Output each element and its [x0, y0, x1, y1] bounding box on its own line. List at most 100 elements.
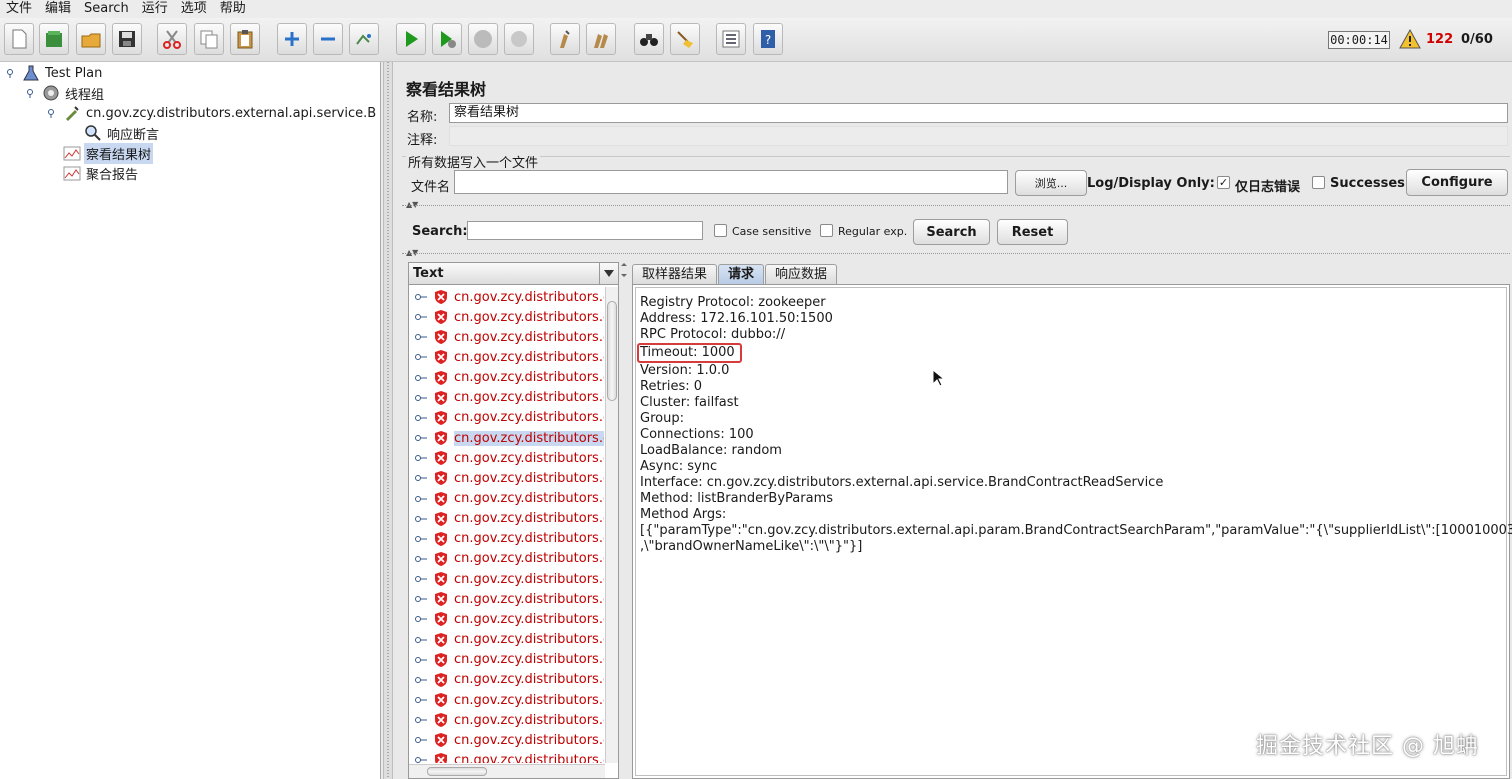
reset-button[interactable]: Reset — [997, 219, 1068, 245]
tree-handle-icon[interactable] — [415, 636, 427, 644]
tree-handle-icon[interactable] — [415, 595, 427, 603]
list-item[interactable]: cn.gov.zcy.distributors.e — [409, 388, 605, 408]
list-item[interactable]: cn.gov.zcy.distributors.e — [409, 690, 605, 710]
list-item[interactable]: cn.gov.zcy.distributors.e — [409, 368, 605, 388]
search-button[interactable]: Search — [913, 219, 990, 245]
tab-sampler-result[interactable]: 取样器结果 — [632, 264, 718, 284]
renderer-selector[interactable]: Text — [409, 263, 618, 285]
list-item[interactable]: cn.gov.zcy.distributors.e — [409, 509, 605, 529]
open-button[interactable] — [76, 23, 106, 55]
list-item[interactable]: cn.gov.zcy.distributors.e — [409, 327, 605, 347]
tree-handle-icon[interactable] — [415, 555, 427, 563]
clear-button[interactable] — [550, 23, 580, 55]
tree-handle-icon[interactable] — [415, 414, 427, 422]
clear-all-button[interactable] — [586, 23, 616, 55]
tree-node-response-assertion[interactable]: 响应断言 — [84, 123, 161, 143]
list-item[interactable]: cn.gov.zcy.distributors.e — [409, 287, 605, 307]
tree-handle-icon[interactable] — [415, 394, 427, 402]
shutdown-button[interactable] — [504, 23, 534, 55]
expand-all-button[interactable] — [277, 23, 307, 55]
scroll-thumb[interactable] — [607, 301, 617, 401]
tree-handle-icon[interactable] — [415, 696, 427, 704]
menu-run[interactable]: 运行 — [142, 0, 168, 18]
configure-button[interactable]: Configure — [1406, 169, 1508, 196]
start-no-pause-button[interactable] — [432, 23, 462, 55]
templates-button[interactable] — [39, 23, 69, 55]
tree-handle-icon[interactable] — [415, 656, 427, 664]
filename-input[interactable] — [454, 170, 1008, 194]
list-item[interactable]: cn.gov.zcy.distributors.e — [409, 630, 605, 650]
tree-handle-icon[interactable] — [415, 434, 427, 442]
tab-request[interactable]: 请求 — [718, 264, 765, 284]
start-button[interactable] — [396, 23, 426, 55]
list-item[interactable]: cn.gov.zcy.distributors.e — [409, 609, 605, 629]
results-splitter[interactable] — [620, 262, 628, 779]
list-item[interactable]: cn.gov.zcy.distributors.e — [409, 489, 605, 509]
tree-handle-icon[interactable] — [415, 615, 427, 623]
menu-edit[interactable]: 编辑 — [45, 0, 71, 18]
list-item[interactable]: cn.gov.zcy.distributors.e — [409, 529, 605, 549]
request-text[interactable]: Registry Protocol: zookeeper Address: 172… — [635, 287, 1512, 776]
tree-handle-icon[interactable] — [415, 293, 427, 301]
function-helper-button[interactable] — [716, 23, 746, 55]
tree-node-view-results-tree[interactable]: 察看结果树 — [63, 142, 154, 164]
cut-button[interactable] — [157, 23, 187, 55]
scroll-thumb[interactable] — [427, 767, 487, 776]
menu-options[interactable]: 选项 — [181, 0, 207, 18]
search-button-toolbar[interactable] — [634, 23, 664, 55]
list-item[interactable]: cn.gov.zcy.distributors.e — [409, 750, 605, 763]
save-button[interactable] — [112, 23, 142, 55]
tree-handle-icon[interactable] — [415, 474, 427, 482]
tree-handle-icon[interactable] — [415, 313, 427, 321]
tree-handle-icon[interactable] — [415, 333, 427, 341]
new-button[interactable] — [4, 23, 34, 55]
list-item[interactable]: cn.gov.zcy.distributors.e — [409, 428, 605, 448]
chevron-down-icon[interactable] — [599, 263, 618, 284]
comment-input[interactable] — [449, 126, 1508, 146]
menu-search[interactable]: Search — [84, 0, 129, 18]
menu-file[interactable]: 文件 — [6, 0, 32, 18]
list-item[interactable]: cn.gov.zcy.distributors.e — [409, 347, 605, 367]
list-item[interactable]: cn.gov.zcy.distributors.e — [409, 569, 605, 589]
errors-only-checkbox[interactable]: ✓ — [1217, 176, 1230, 189]
vertical-splitter[interactable] — [383, 62, 393, 779]
tree-handle-icon[interactable] — [415, 676, 427, 684]
tree-handle-icon[interactable] — [415, 535, 427, 543]
tree-toggle-icon[interactable] — [6, 69, 15, 78]
tree-handle-icon[interactable] — [415, 736, 427, 744]
horizontal-scrollbar[interactable] — [409, 764, 605, 778]
tree-handle-icon[interactable] — [415, 575, 427, 583]
tree-handle-icon[interactable] — [415, 353, 427, 361]
tree-handle-icon[interactable] — [415, 716, 427, 724]
tree-handle-icon[interactable] — [415, 515, 427, 523]
regex-checkbox[interactable] — [820, 224, 833, 237]
menu-help[interactable]: 帮助 — [220, 0, 246, 18]
name-input[interactable]: 察看结果树 — [449, 103, 1508, 123]
copy-button[interactable] — [194, 23, 224, 55]
tree-handle-icon[interactable] — [415, 756, 427, 763]
tree-handle-icon[interactable] — [415, 374, 427, 382]
tree-node-dubbo-sampler[interactable]: cn.gov.zcy.distributors.external.api.ser… — [63, 103, 376, 123]
browse-button[interactable]: 浏览... — [1015, 170, 1087, 196]
tree-toggle-icon[interactable] — [47, 109, 56, 118]
case-sensitive-checkbox[interactable] — [714, 224, 727, 237]
list-item[interactable]: cn.gov.zcy.distributors.e — [409, 549, 605, 569]
stop-button[interactable] — [468, 23, 498, 55]
vertical-scrollbar[interactable] — [605, 287, 618, 763]
tree-handle-icon[interactable] — [415, 495, 427, 503]
list-item[interactable]: cn.gov.zcy.distributors.e — [409, 468, 605, 488]
list-item[interactable]: cn.gov.zcy.distributors.e — [409, 307, 605, 327]
list-item[interactable]: cn.gov.zcy.distributors.e — [409, 730, 605, 750]
list-item[interactable]: cn.gov.zcy.distributors.e — [409, 408, 605, 428]
tree-node-aggregate-report[interactable]: 聚合报告 — [63, 163, 140, 183]
search-input[interactable] — [467, 221, 703, 240]
tree-node-test-plan[interactable]: Test Plan — [22, 63, 104, 83]
collapse-all-button[interactable] — [313, 23, 343, 55]
reset-search-button[interactable] — [670, 23, 700, 55]
successes-checkbox[interactable] — [1312, 176, 1325, 189]
toggle-button[interactable] — [349, 23, 379, 55]
warning-icon[interactable] — [1399, 29, 1421, 49]
list-item[interactable]: cn.gov.zcy.distributors.e — [409, 710, 605, 730]
list-item[interactable]: cn.gov.zcy.distributors.e — [409, 448, 605, 468]
list-item[interactable]: cn.gov.zcy.distributors.e — [409, 650, 605, 670]
